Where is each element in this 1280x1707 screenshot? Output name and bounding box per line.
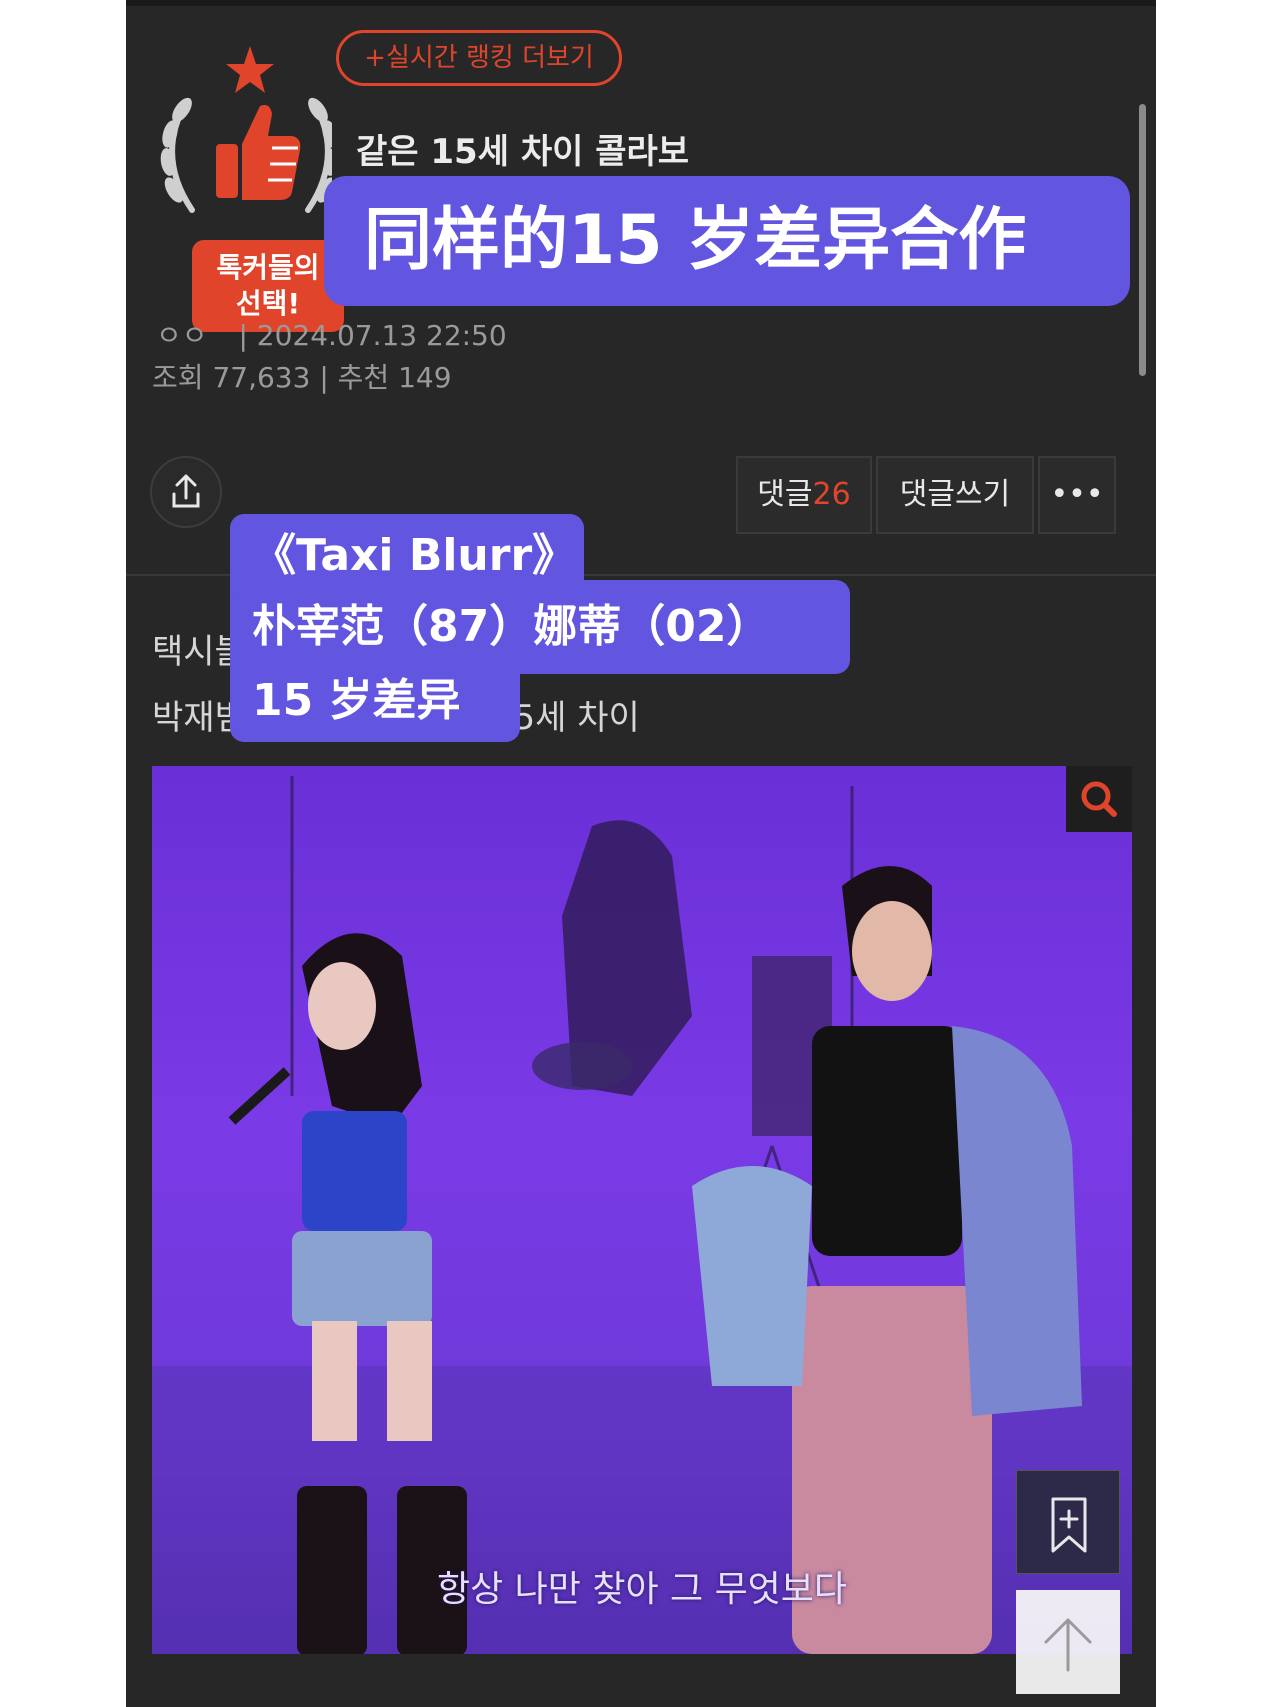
video-subtitle: 항상 나만 찾아 그 무엇보다 [436, 1569, 848, 1610]
author-name[interactable]: ㅇㅇ [156, 319, 208, 352]
comments-button[interactable]: 댓글26 [736, 456, 872, 534]
award-label-line1: 톡커들의 [216, 251, 320, 284]
star-icon [226, 46, 274, 93]
talker-choice-award: 톡커들의 선택! [152, 40, 344, 332]
thumbs-up-icon [216, 105, 301, 200]
post-actions: 댓글26 댓글쓰기 ••• [736, 456, 1120, 534]
scroll-to-top-button[interactable] [1016, 1590, 1120, 1694]
post-photo[interactable]: 항상 나만 찾아 그 무엇보다 [152, 766, 1132, 1654]
comments-count: 26 [812, 477, 851, 512]
app-screen: +실시간 랭킹 더보기 톡커들의 선택! 같은 15세 차이 콜라보 同样的15… [126, 0, 1156, 1707]
share-button[interactable] [150, 456, 222, 528]
bookmark-add-icon [1051, 1497, 1087, 1553]
search-icon [1081, 781, 1117, 817]
views-count: 77,633 [212, 361, 311, 394]
write-comment-button[interactable]: 댓글쓰기 [876, 456, 1034, 534]
likes-label: 추천 [337, 361, 390, 394]
likes-count: 149 [398, 361, 452, 394]
comments-label: 댓글 [757, 477, 813, 512]
laurel-icon [160, 46, 332, 213]
post-meta-stats: 조회 77,633 | 추천 149 [152, 356, 452, 396]
stage-photo-illustration [152, 776, 1132, 1654]
more-options-button[interactable]: ••• [1038, 456, 1116, 534]
caption-overlay-line1: 《Taxi Blurr》 [230, 514, 584, 598]
meta-separator: | [238, 319, 248, 352]
scrollbar[interactable] [1139, 104, 1146, 376]
post-title: 같은 15세 차이 콜라보 [356, 132, 690, 172]
stats-separator: | [319, 361, 329, 394]
share-icon [172, 474, 200, 508]
post-datetime: 2024.07.13 22:50 [256, 319, 507, 352]
post-meta-author-date: ㅇㅇ | 2024.07.13 22:50 [156, 314, 507, 354]
top-bar [126, 0, 1156, 6]
bookmark-button[interactable] [1016, 1470, 1120, 1574]
arrow-up-icon [1044, 1618, 1092, 1672]
views-label: 조회 [152, 361, 204, 394]
realtime-ranking-button[interactable]: +실시간 랭킹 더보기 [336, 30, 622, 86]
translated-title-overlay: 同样的15 岁差异合作 [324, 176, 1130, 306]
zoom-button[interactable] [1066, 766, 1132, 832]
